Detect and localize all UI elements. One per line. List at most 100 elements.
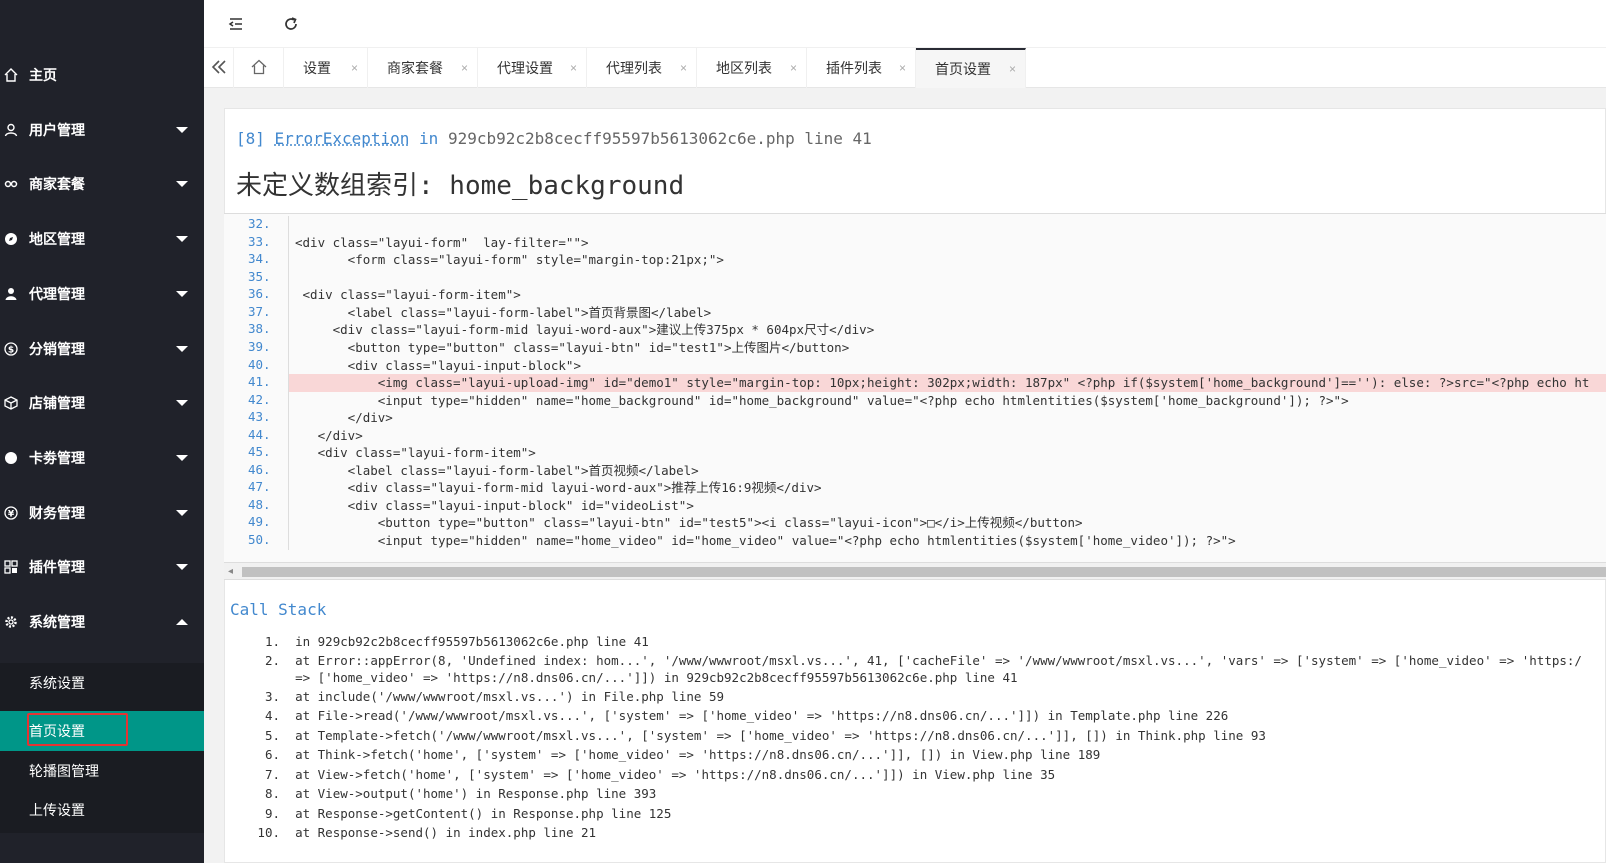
system-submenu: 系统设置 首页设置 轮播图管理 上传设置 xyxy=(0,663,204,833)
sidebar-item-label: 系统管理 xyxy=(29,614,85,630)
stack-line: 9. at Response->getContent() in Response… xyxy=(264,806,672,821)
horizontal-scrollbar[interactable]: ◂ xyxy=(224,563,1606,580)
refresh-icon[interactable] xyxy=(283,16,299,37)
sidebar-item-label: 代理管理 xyxy=(29,286,85,302)
stack-line: 3. at include('/www/wwwroot/msxl.vs...')… xyxy=(264,689,725,704)
topbar xyxy=(204,0,1606,48)
person-icon xyxy=(4,287,18,301)
submenu-item-label: 上传设置 xyxy=(29,802,85,818)
code-line: 50. <input type="hidden" name="home_vide… xyxy=(248,532,1236,550)
chevron-down-icon xyxy=(176,400,188,406)
code-line: 46. <label class="layui-form-label">首页视频… xyxy=(248,462,699,480)
compass-icon xyxy=(4,232,18,246)
tab-home[interactable] xyxy=(234,48,284,88)
sidebar-item-system[interactable]: 系统管理 xyxy=(0,594,204,650)
code-line: 35. xyxy=(224,269,1606,287)
scrollbar-thumb[interactable] xyxy=(242,567,1606,577)
tab-label: 地区列表 xyxy=(716,60,772,76)
menu-collapse-icon[interactable] xyxy=(228,16,244,37)
link-icon xyxy=(4,177,18,191)
sidebar-item-plugins[interactable]: 插件管理 xyxy=(0,539,204,595)
tab-settings[interactable]: 设置 × xyxy=(284,48,368,88)
sidebar-item-users[interactable]: 用户管理 xyxy=(0,102,204,158)
tab-home-settings[interactable]: 首页设置 × xyxy=(916,48,1026,88)
submenu-item-label: 轮播图管理 xyxy=(29,763,99,779)
close-icon[interactable]: × xyxy=(570,61,577,75)
stack-line: 5. at Template->fetch('/www/wwwroot/msxl… xyxy=(264,728,1266,743)
sidebar-item-coupons[interactable]: 卡劵管理 xyxy=(0,430,204,486)
sidebar-item-label: 地区管理 xyxy=(29,231,85,247)
home-icon xyxy=(4,68,18,82)
tab-bar: 设置 × 商家套餐 × 代理设置 × 代理列表 × 地区列表 × 插件列表 × 首页设置 × xyxy=(204,48,1606,88)
user-icon xyxy=(4,123,18,137)
chevron-down-icon xyxy=(176,510,188,516)
submenu-item-upload-settings[interactable]: 上传设置 xyxy=(0,790,204,830)
svg-text:$: $ xyxy=(8,346,14,356)
code-line: 47. <div class="layui-form-mid layui-wor… xyxy=(248,479,822,497)
error-header: [8] ErrorException in 929cb92c2b8cecff95… xyxy=(236,129,872,148)
tabs-scroll-left[interactable] xyxy=(204,48,234,88)
tab-label: 设置 xyxy=(303,60,331,76)
error-in: in xyxy=(419,129,439,148)
circle-icon xyxy=(4,451,18,465)
sidebar-item-label: 店铺管理 xyxy=(29,395,85,411)
tab-label: 插件列表 xyxy=(826,60,882,76)
tab-region-list[interactable]: 地区列表 × xyxy=(697,48,807,88)
sidebar-item-regions[interactable]: 地区管理 xyxy=(0,211,204,267)
tab-packages[interactable]: 商家套餐 × xyxy=(368,48,478,88)
tab-agent-list[interactable]: 代理列表 × xyxy=(587,48,697,88)
tab-label: 代理列表 xyxy=(606,60,662,76)
sidebar-item-packages[interactable]: 商家套餐 xyxy=(0,156,204,212)
highlight-box xyxy=(27,713,128,746)
close-icon[interactable]: × xyxy=(790,61,797,75)
code-line: 44. </div> xyxy=(248,427,363,445)
sidebar-item-label: 商家套餐 xyxy=(29,176,85,192)
call-stack-title: Call Stack xyxy=(230,600,327,619)
scroll-left-arrow-icon[interactable]: ◂ xyxy=(228,566,233,577)
error-message: 未定义数组索引: home_background xyxy=(236,171,685,201)
submenu-item-system-settings[interactable]: 系统设置 xyxy=(0,663,204,703)
sidebar-item-label: 用户管理 xyxy=(29,122,85,138)
chevron-down-icon xyxy=(176,127,188,133)
stack-line: 4. at File->read('/www/wwwroot/msxl.vs..… xyxy=(264,708,1229,723)
submenu-item-label: 系统设置 xyxy=(29,675,85,691)
chevron-down-icon xyxy=(176,181,188,187)
stack-line: 6. at Think->fetch('home', ['system' => … xyxy=(264,747,1101,762)
sidebar-item-stores[interactable]: 店铺管理 xyxy=(0,375,204,431)
dollar-icon: $ xyxy=(4,342,18,356)
chevron-down-icon xyxy=(176,291,188,297)
close-icon[interactable]: × xyxy=(351,61,358,75)
gear-icon xyxy=(4,615,18,629)
sidebar-item-distribution[interactable]: $ 分销管理 xyxy=(0,321,204,377)
yen-icon: ¥ xyxy=(4,506,18,520)
code-line: 37. <label class="layui-form-label">首页背景… xyxy=(248,304,712,322)
tab-agent-settings[interactable]: 代理设置 × xyxy=(478,48,587,88)
sidebar-item-agents[interactable]: 代理管理 xyxy=(0,266,204,322)
close-icon[interactable]: × xyxy=(899,61,906,75)
chevron-down-icon xyxy=(176,346,188,352)
chevron-down-icon xyxy=(176,455,188,461)
sidebar-item-label: 财务管理 xyxy=(29,505,85,521)
close-icon[interactable]: × xyxy=(680,61,687,75)
error-code: [8] xyxy=(236,129,265,148)
sidebar-item-home[interactable]: 主页 xyxy=(0,47,204,103)
stack-line: 2. at Error::appError(8, 'Undefined inde… xyxy=(264,653,1582,668)
code-line: 49. <button type="button" class="layui-b… xyxy=(248,514,1083,532)
submenu-item-carousel[interactable]: 轮播图管理 xyxy=(0,751,204,791)
close-icon[interactable]: × xyxy=(1009,62,1016,76)
code-line: 38. <div class="layui-form-mid layui-wor… xyxy=(248,321,875,339)
code-line: 34. <form class="layui-form" style="marg… xyxy=(248,251,724,269)
close-icon[interactable]: × xyxy=(461,61,468,75)
tab-plugin-list[interactable]: 插件列表 × xyxy=(807,48,916,88)
double-chevron-left-icon xyxy=(211,59,227,77)
sidebar-item-finance[interactable]: ¥ 财务管理 xyxy=(0,485,204,541)
cube-icon xyxy=(4,396,18,410)
error-class-link[interactable]: ErrorException xyxy=(275,129,410,148)
tab-label: 商家套餐 xyxy=(387,60,443,76)
sidebar-item-label: 卡劵管理 xyxy=(29,450,85,466)
code-line: 48. <div class="layui-input-block" id="v… xyxy=(248,497,694,515)
code-line: 43. </div> xyxy=(248,409,393,427)
stack-line: 8. at View->output('home') in Response.p… xyxy=(264,786,657,801)
chevron-down-icon xyxy=(176,236,188,242)
tab-label: 首页设置 xyxy=(935,61,991,77)
